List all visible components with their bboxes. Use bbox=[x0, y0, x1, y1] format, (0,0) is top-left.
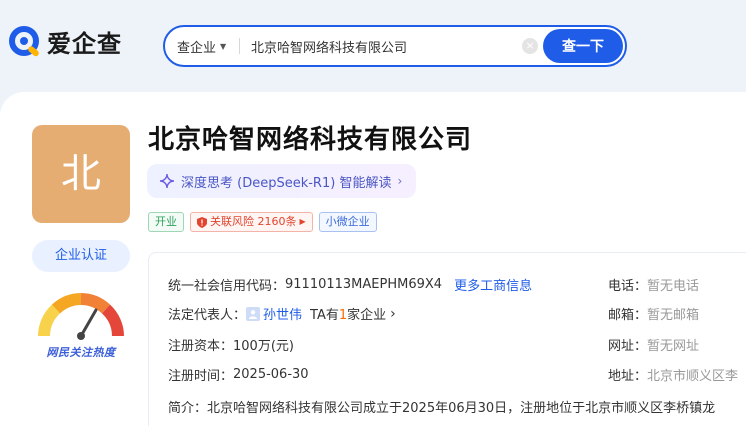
heat-label: 网民关注热度 bbox=[46, 346, 116, 359]
ai-analysis-button[interactable]: 深度思考 (DeepSeek-R1) 智能解读 › bbox=[147, 164, 417, 198]
reg-date-label: 注册时间： bbox=[168, 369, 234, 384]
company-name: 北京哈智网络科技有限公司 bbox=[148, 125, 473, 155]
ta-prefix: TA有 bbox=[310, 308, 339, 323]
ta-companies-link[interactable]: TA有1家企业 bbox=[310, 304, 386, 323]
credit-code-value: 91110113MAEPHM69X4 bbox=[285, 277, 443, 292]
risk-tag[interactable]: 关联风险 2160条 ▶ bbox=[190, 212, 313, 232]
phone-row: 电话： 暂无电话 bbox=[608, 275, 699, 294]
risk-tag-label: 关联风险 2160条 bbox=[210, 215, 297, 228]
logo[interactable]: 爱企查 bbox=[8, 24, 122, 59]
search-button[interactable]: 查一下 bbox=[543, 29, 623, 63]
person-icon bbox=[246, 306, 261, 321]
website-row: 网址： 暂无网址 bbox=[608, 335, 699, 354]
status-tag: 开业 bbox=[148, 212, 184, 232]
reg-date-row: 注册时间： 2025-06-30 bbox=[168, 365, 309, 384]
search-bar: 查企业 ▼ × 查一下 bbox=[163, 25, 627, 67]
logo-q-icon bbox=[9, 25, 39, 56]
company-avatar: 北 bbox=[32, 125, 130, 223]
email-row: 邮箱： 暂无邮箱 bbox=[608, 304, 699, 323]
address-value: 北京市顺义区李 bbox=[647, 369, 739, 384]
search-type-label: 查企业 bbox=[177, 41, 217, 56]
website-value: 暂无网址 bbox=[647, 339, 700, 354]
reg-date-value: 2025-06-30 bbox=[233, 367, 309, 382]
scale-tag: 小微企业 bbox=[318, 212, 377, 232]
shield-icon bbox=[197, 216, 207, 228]
chevron-right-icon: › bbox=[390, 305, 396, 322]
capital-value: 100万(元) bbox=[233, 339, 294, 354]
logo-text: 爱企查 bbox=[47, 30, 122, 58]
email-label: 邮箱： bbox=[608, 308, 648, 323]
ai-sparkle-icon bbox=[159, 173, 175, 189]
address-row: 地址： 北京市顺义区李 bbox=[608, 365, 746, 384]
search-input[interactable] bbox=[251, 36, 511, 56]
verify-button[interactable]: 企业认证 bbox=[32, 240, 130, 272]
search-divider bbox=[239, 38, 240, 54]
legal-rep-link[interactable]: 孙世伟 bbox=[263, 304, 302, 323]
more-info-link[interactable]: 更多工商信息 bbox=[454, 275, 532, 294]
credit-code-row: 统一社会信用代码： 91110113MAEPHM69X4 更多工商信息 bbox=[168, 275, 532, 294]
ta-count: 1 bbox=[338, 308, 348, 323]
capital-row: 注册资本： 100万(元) bbox=[168, 335, 294, 354]
ta-suffix: 家企业 bbox=[347, 308, 387, 323]
intro-label: 简介： bbox=[168, 401, 208, 416]
heat-gauge-icon bbox=[38, 293, 124, 340]
search-type-dropdown[interactable]: 查企业 ▼ bbox=[177, 37, 226, 56]
address-label: 地址： bbox=[608, 369, 648, 384]
intro-row: 简介： 北京哈智网络科技有限公司成立于2025年06月30日，注册地位于北京市顺… bbox=[168, 397, 746, 416]
caret-right-icon: ▶ bbox=[299, 217, 306, 226]
phone-value: 暂无电话 bbox=[647, 279, 700, 294]
tag-list: 开业 关联风险 2160条 ▶ 小微企业 bbox=[148, 212, 377, 232]
legal-rep-row: 法定代表人： 孙世伟 TA有1家企业 › bbox=[168, 304, 396, 324]
chevron-right-icon: › bbox=[397, 174, 403, 188]
phone-label: 电话： bbox=[608, 279, 648, 294]
intro-text: 北京哈智网络科技有限公司成立于2025年06月30日，注册地位于北京市顺义区李桥… bbox=[207, 401, 716, 416]
ai-analysis-label: 深度思考 (DeepSeek-R1) 智能解读 bbox=[181, 175, 392, 191]
website-label: 网址： bbox=[608, 339, 648, 354]
chevron-down-icon: ▼ bbox=[220, 42, 227, 51]
credit-code-label: 统一社会信用代码： bbox=[168, 279, 286, 294]
clear-icon[interactable]: × bbox=[522, 38, 538, 54]
capital-label: 注册资本： bbox=[168, 339, 234, 354]
legal-rep-label: 法定代表人： bbox=[168, 308, 247, 323]
email-value: 暂无邮箱 bbox=[647, 308, 700, 323]
